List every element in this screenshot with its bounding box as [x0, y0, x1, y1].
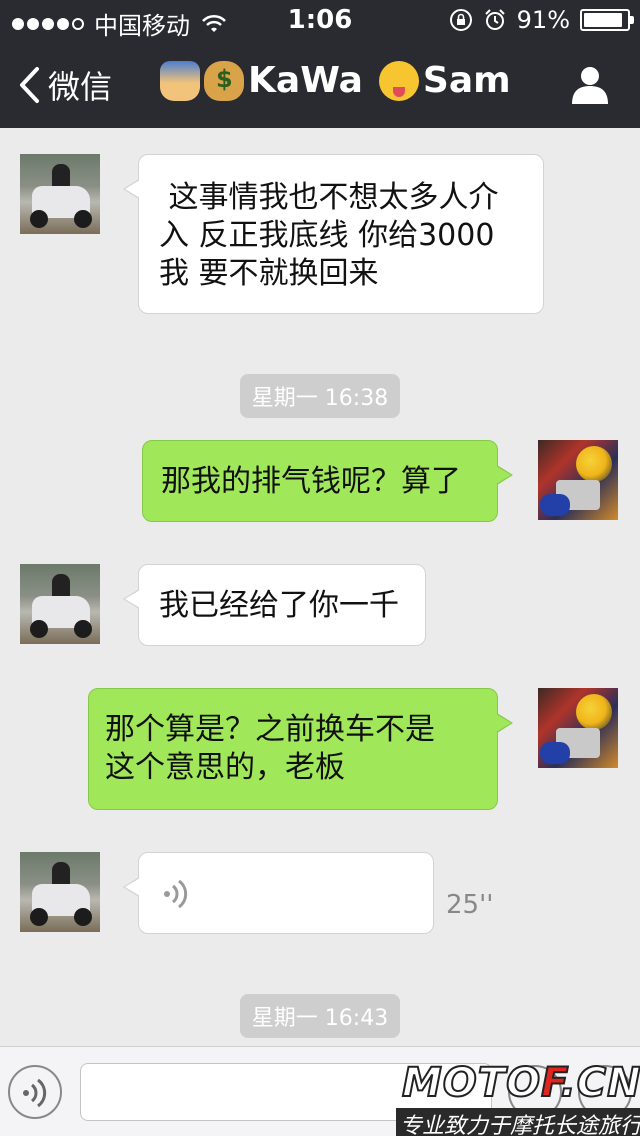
back-label: 微信: [48, 68, 113, 106]
chat-area[interactable]: 这事情我也不想太多人介 入 反正我底线 你给3000 我 要不就换回来 星期一 …: [0, 128, 640, 1046]
alarm-icon: [484, 9, 505, 30]
timestamp-divider: 星期一 16:43: [0, 994, 640, 1038]
message-bubble[interactable]: 那个算是？之前换车不是 这个意思的，老板: [88, 688, 513, 810]
chat-title-part2: Sam: [422, 60, 511, 101]
voice-wave-icon: [23, 1078, 47, 1108]
chevron-left-icon: [20, 67, 39, 103]
profile-icon[interactable]: [570, 64, 610, 104]
voice-wave-icon: [164, 879, 188, 909]
avatar-kawa[interactable]: [20, 154, 100, 234]
winking-tongue-emoji-icon: [378, 60, 419, 101]
input-bar: [0, 1046, 640, 1136]
message-text: 这事情我也不想太多人介 入 反正我底线 你给3000 我 要不就换回来: [159, 180, 499, 291]
avatar-kawa[interactable]: [20, 852, 100, 932]
message-input[interactable]: [80, 1063, 492, 1121]
chat-title-part1: KaWa: [248, 60, 363, 101]
voice-input-button[interactable]: [8, 1065, 62, 1119]
battery-percent: 91%: [516, 6, 570, 34]
avatar-kawa[interactable]: [20, 564, 100, 644]
timestamp-divider: 星期一 16:38: [0, 374, 640, 418]
chat-title: KaWa Sam: [160, 60, 511, 101]
timestamp-label: 星期一 16:43: [239, 994, 401, 1038]
battery-icon: [580, 9, 634, 31]
message-bubble[interactable]: 我已经给了你一千: [123, 564, 426, 646]
battery-fill: [584, 13, 623, 27]
status-bar: 中国移动 1:06 91%: [0, 0, 640, 40]
voice-duration: 25'': [446, 890, 494, 920]
money-bag-emoji-icon: [204, 60, 244, 101]
message-text: 我已经给了你一千: [159, 588, 399, 623]
more-button[interactable]: [578, 1065, 632, 1119]
folded-hands-emoji-icon: [160, 60, 200, 101]
message-text: 那我的排气钱呢？算了: [161, 464, 461, 499]
voice-message-bubble[interactable]: [123, 852, 434, 934]
avatar-sam[interactable]: [538, 440, 618, 520]
message-text: 那个算是？之前换车不是 这个意思的，老板: [105, 712, 435, 785]
timestamp-label: 星期一 16:38: [239, 374, 401, 418]
message-bubble[interactable]: 那我的排气钱呢？算了: [142, 440, 513, 522]
chat-header: 微信 KaWa Sam: [0, 40, 640, 128]
back-button[interactable]: 微信: [18, 62, 112, 108]
status-right: 91%: [449, 6, 634, 34]
emoji-button[interactable]: [508, 1065, 562, 1119]
rotation-lock-icon: [449, 9, 472, 31]
message-bubble[interactable]: 这事情我也不想太多人介 入 反正我底线 你给3000 我 要不就换回来: [123, 154, 544, 314]
avatar-sam[interactable]: [538, 688, 618, 768]
